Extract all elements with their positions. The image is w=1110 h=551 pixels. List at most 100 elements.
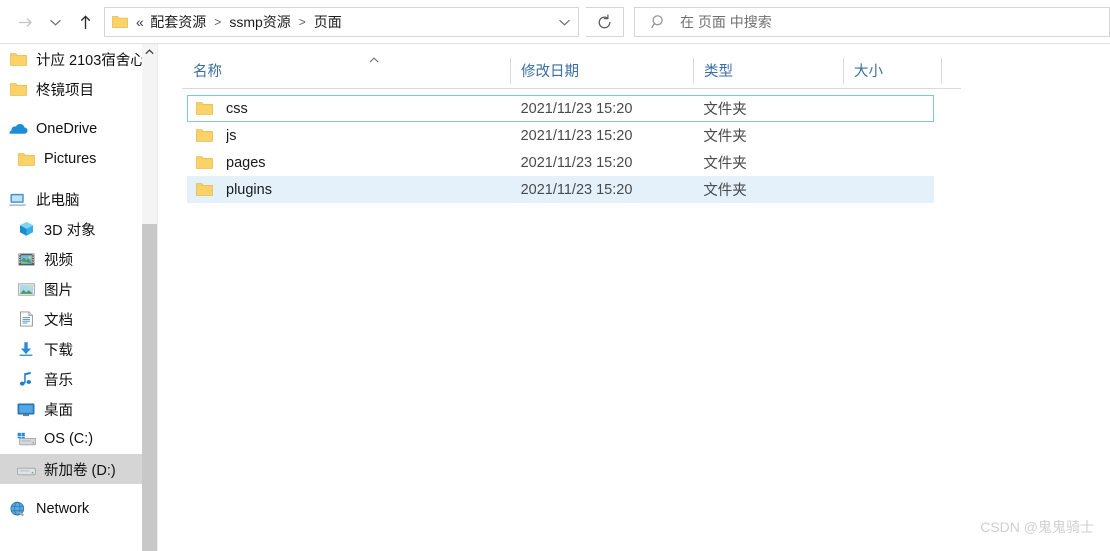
scroll-up-button[interactable] [142,44,157,60]
search-box[interactable]: 在 页面 中搜索 [634,7,1110,37]
pictures-icon [16,280,36,298]
sidebar-item-pictures-onedrive[interactable]: Pictures [0,144,142,174]
sidebar-item-desktop[interactable]: 桌面 [0,394,142,424]
this-pc-icon [8,190,28,208]
sidebar-item-videos[interactable]: 视频 [0,244,142,274]
sidebar-item-downloads[interactable]: 下载 [0,334,142,364]
column-header-label: 大小 [854,64,883,80]
sidebar-item-label: 音乐 [44,372,73,389]
navigation-toolbar: « 配套资源 > ssmp资源 > 页面 在 页面 中搜索 [0,0,1110,44]
network-icon [8,500,28,518]
breadcrumb-overflow[interactable]: « [136,14,144,30]
documents-icon [16,310,36,328]
downloads-icon [16,340,36,358]
cell-date-modified: 2021/11/23 15:20 [520,127,633,144]
table-row[interactable]: plugins 2021/11/23 15:20 文件夹 [187,176,934,203]
column-header-date-modified[interactable]: 修改日期 [510,54,693,88]
breadcrumb-separator-0[interactable]: > [214,16,221,28]
sidebar-item-label: 图片 [44,282,73,299]
sidebar-item-label: Network [36,501,90,517]
videos-icon [16,250,36,268]
column-header-row: 名称 修改日期 类型 大小 [182,52,961,88]
breadcrumb: 配套资源 > ssmp资源 > 页面 [149,12,550,32]
sort-ascending-icon [369,57,379,63]
file-list: css 2021/11/23 15:20 文件夹 js 2021/11/23 1… [187,95,934,203]
column-header-label: 类型 [704,64,733,80]
forward-button[interactable] [10,5,40,39]
sidebar-item-this-pc[interactable]: 此电脑 [0,184,142,214]
scroll-up-arrow-icon [145,49,154,55]
cell-type: 文件夹 [703,156,747,172]
address-dropdown-button[interactable] [550,8,578,36]
sidebar-item-label: 柊镜项目 [36,82,94,99]
file-explorer-window: « 配套资源 > ssmp资源 > 页面 在 页面 中搜索 计应 2103宿舍心… [0,0,1110,551]
navigation-pane-scrollbar[interactable] [142,44,157,551]
column-header-type[interactable]: 类型 [693,54,843,88]
sidebar-item-label: 3D 对象 [44,222,96,239]
toolbar-left-spacer [0,22,10,23]
up-button[interactable] [70,5,100,39]
cell-type: 文件夹 [703,183,747,199]
sidebar-item-label: OneDrive [36,121,98,137]
sidebar-item-label: OS (C:) [44,431,94,447]
cell-date-modified: 2021/11/23 15:20 [520,154,633,171]
forward-arrow-icon [18,17,32,27]
sidebar-item-music[interactable]: 音乐 [0,364,142,394]
folder-icon [112,15,128,29]
cell-name: js [226,127,237,144]
cell-name: css [226,100,248,117]
cell-date-modified: 2021/11/23 15:20 [520,181,633,198]
drive-icon [16,460,36,478]
sidebar-item-label: 计应 2103宿舍心 [36,52,142,69]
column-header-label: 名称 [193,64,222,80]
sidebar-item-documents[interactable]: 文档 [0,304,142,334]
cell-type: 文件夹 [703,102,747,118]
sidebar-item-network[interactable]: Network [0,494,142,524]
column-header-name[interactable]: 名称 [182,54,510,88]
breadcrumb-item-0[interactable]: 配套资源 [149,12,207,32]
music-icon [16,370,36,388]
table-row[interactable]: css 2021/11/23 15:20 文件夹 [187,95,934,122]
chevron-down-icon [49,19,61,26]
breadcrumb-separator-1[interactable]: > [299,16,306,28]
scrollbar-thumb[interactable] [142,224,157,551]
folder-icon [8,50,28,68]
sidebar-item-label: 视频 [44,252,73,269]
sidebar-item-pictures[interactable]: 图片 [0,274,142,304]
column-header-label: 修改日期 [521,64,579,80]
column-header-size[interactable]: 大小 [843,54,942,88]
search-icon [651,14,667,30]
cell-name: plugins [226,181,272,198]
refresh-button[interactable] [586,7,624,37]
breadcrumb-item-2[interactable]: 页面 [313,12,343,32]
sidebar-item-onedrive[interactable]: OneDrive [0,114,142,144]
table-row[interactable]: js 2021/11/23 15:20 文件夹 [187,122,934,149]
sidebar-item-new-volume-d-drive[interactable]: 新加卷 (D:) [0,454,142,484]
table-row[interactable]: pages 2021/11/23 15:20 文件夹 [187,149,934,176]
sidebar-item-os-c-drive[interactable]: OS (C:) [0,424,142,454]
recent-locations-button[interactable] [40,5,70,39]
sidebar-item-label: Pictures [44,151,97,167]
cell-date-modified: 2021/11/23 15:20 [520,100,633,117]
sidebar-item-jiying-2103[interactable]: 计应 2103宿舍心 [0,44,142,74]
chevron-down-icon [558,19,570,26]
sidebar-item-3d-objects[interactable]: 3D 对象 [0,214,142,244]
search-input[interactable]: 在 页面 中搜索 [680,12,772,32]
navigation-pane: 计应 2103宿舍心 柊镜项目 OneDrive Pictures 此电脑 3D… [0,44,142,551]
folder-glyph [112,16,128,28]
folder-icon [8,80,28,98]
sidebar-item-label: 文档 [44,312,73,329]
cell-name: pages [226,154,266,171]
breadcrumb-item-1[interactable]: ssmp资源 [228,12,291,32]
sidebar-item-label: 桌面 [44,402,73,419]
address-bar[interactable]: « 配套资源 > ssmp资源 > 页面 [104,7,579,37]
magnifier-glyph [651,15,663,29]
column-header-divider [182,88,961,89]
sidebar-item-label: 此电脑 [36,192,80,209]
os-drive-icon [16,430,36,448]
sidebar-item-zhongjing-project[interactable]: 柊镜项目 [0,74,142,104]
onedrive-cloud-icon [8,120,28,138]
